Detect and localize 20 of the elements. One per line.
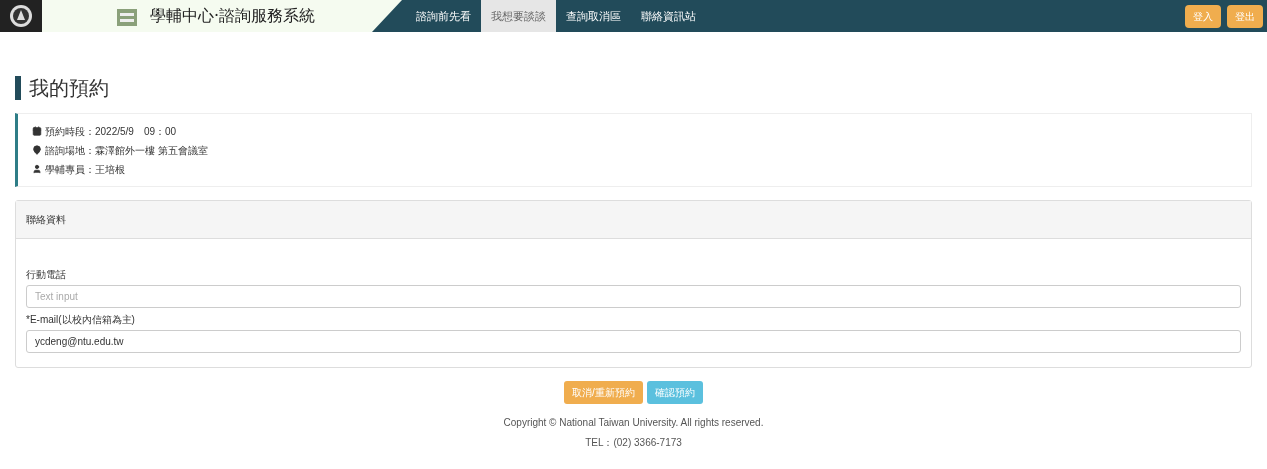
nav-tab[interactable]: 我想要談談 (481, 0, 556, 32)
page-title: 我的預約 (15, 76, 1252, 100)
system-title: 學輔中心·諮詢服務系統 (150, 5, 316, 27)
text-input[interactable]: ycdeng@ntu.edu.tw (26, 330, 1241, 353)
summary-text: 預約時段：2022/5/9 09：00 (45, 124, 177, 139)
footer-text: Copyright © National Taiwan University. All rights reserved. (503, 416, 764, 430)
field-label: 行動電話 (26, 268, 67, 282)
person-icon (32, 164, 42, 174)
nav-tab[interactable]: 聯絡資訊站 (631, 0, 706, 32)
emblem-icon (9, 4, 33, 28)
footer-text: TEL：(02) 3366-7173 (585, 436, 682, 450)
panel-heading: 聯絡資料 (26, 213, 66, 227)
summary-text: 學輔專員：王培根 (45, 162, 125, 177)
calendar-icon (32, 126, 42, 136)
location-icon (32, 145, 42, 155)
field-label: *E-mail(以校內信箱為主) (26, 313, 136, 327)
text-input[interactable]: Text input (26, 285, 1241, 308)
summary-text: 諮詢場地：霖澤館外一樓 第五會議室 (45, 143, 208, 158)
nav-tab[interactable]: 諮詢前先看 (406, 0, 481, 32)
nav-tab[interactable]: 查詢取消區 (556, 0, 631, 32)
